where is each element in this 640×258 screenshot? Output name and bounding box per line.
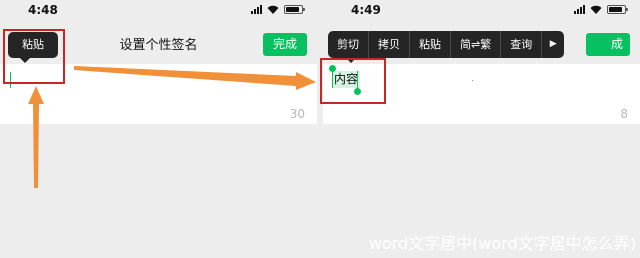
vertical-arrow [28, 86, 44, 188]
watermark-text: word文字居中(word文字居中怎么弄) [368, 234, 636, 253]
annotation-arrows [28, 66, 316, 188]
horizontal-arrow [74, 66, 316, 90]
